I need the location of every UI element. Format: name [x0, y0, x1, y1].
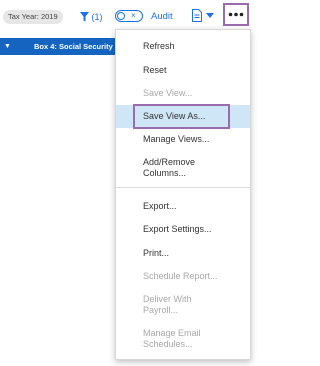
more-dots-icon — [228, 12, 244, 17]
menu-item-add-remove-columns[interactable]: Add/Remove Columns... — [116, 157, 216, 179]
filter-button[interactable]: (1) — [80, 9, 103, 25]
highlight-box — [133, 104, 230, 129]
menu-item-print[interactable]: Print... — [116, 248, 250, 259]
menu-item-deliver-with-payroll: Deliver With Payroll... — [143, 294, 192, 315]
toolbar: Tax Year: 2019 (1) × Audit — [0, 0, 263, 32]
document-menu-button[interactable] — [192, 8, 216, 24]
document-icon — [192, 9, 202, 22]
filter-count: (1) — [91, 12, 103, 22]
menu-item-reset[interactable]: Reset — [116, 65, 250, 76]
menu-item-manage-email-schedules: Manage Email Schedules... — [143, 328, 201, 349]
menu-divider — [116, 187, 250, 188]
tax-year-chip[interactable]: Tax Year: 2019 — [3, 10, 63, 24]
menu-item-export-settings[interactable]: Export Settings... — [116, 224, 250, 235]
menu-item-save-view: Save View... — [143, 88, 193, 98]
grid-header: ▼ Box 4: Social Security — [0, 38, 115, 55]
column-header[interactable]: Box 4: Social Security — [34, 38, 113, 55]
audit-toggle[interactable]: × — [115, 10, 143, 22]
toggle-knob — [117, 12, 125, 20]
chevron-down-icon — [206, 13, 214, 18]
filter-icon — [80, 12, 89, 22]
close-icon: × — [131, 11, 136, 20]
menu-item-refresh[interactable]: Refresh — [116, 41, 250, 52]
more-options-button[interactable] — [223, 3, 249, 26]
menu-item-export[interactable]: Export... — [116, 201, 250, 212]
sort-caret-icon[interactable]: ▼ — [4, 38, 11, 55]
menu-item-schedule-report: Schedule Report... — [143, 271, 218, 281]
more-options-menu: Refresh Reset Save View... Save View As.… — [115, 29, 251, 360]
audit-label: Audit — [151, 11, 173, 22]
menu-item-manage-views[interactable]: Manage Views... — [116, 134, 250, 145]
